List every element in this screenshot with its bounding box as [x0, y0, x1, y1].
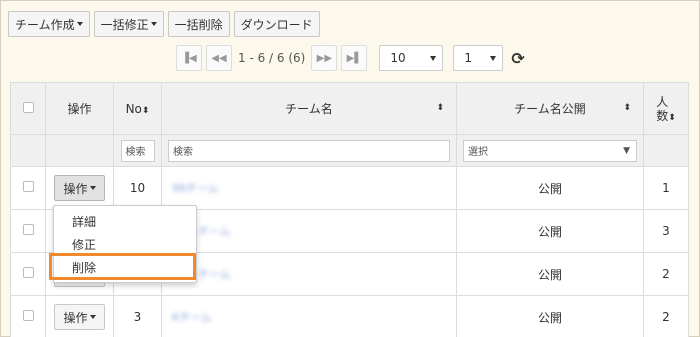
row-members: 2	[643, 295, 689, 337]
select-all-checkbox[interactable]	[22, 101, 34, 113]
delete-highlight-box	[49, 253, 196, 280]
public-filter-select[interactable]: 選択 ▼	[463, 139, 637, 162]
row-checkbox[interactable]	[22, 310, 34, 321]
row-public: 公開	[456, 209, 644, 253]
caret-down-icon	[150, 22, 157, 26]
row-members: 1	[643, 166, 689, 210]
operation-button[interactable]: 操作	[54, 175, 105, 201]
table-row: 操作 10 99チーム 公開 1	[10, 166, 689, 210]
name-filter-input[interactable]: 検索	[168, 139, 450, 162]
team-create-button[interactable]: チーム作成	[8, 11, 90, 37]
bulk-edit-button[interactable]: 一括修正	[93, 11, 164, 37]
row-public: 公開	[456, 252, 644, 296]
caret-down-icon	[76, 22, 83, 26]
first-page-icon[interactable]: ▐◀	[176, 45, 202, 71]
bulk-delete-button[interactable]: 一括削除	[167, 11, 230, 37]
caret-down-icon: ▼	[623, 145, 630, 156]
header-operation: 操作	[45, 82, 114, 135]
sort-icon: ⬍	[436, 103, 444, 113]
header-select-all	[10, 82, 46, 135]
row-members: 2	[643, 252, 689, 296]
row-public: 公開	[456, 295, 644, 337]
caret-down-icon	[490, 55, 497, 61]
row-team-name[interactable]: Kチーム	[161, 295, 457, 337]
table-row: 操作 3 Kチーム 公開 2	[10, 295, 689, 337]
row-no: 3	[113, 295, 162, 337]
pager: ▐◀ ◀◀ 1 - 6 / 6 (6) ▶▶ ▶▌ 10 1 ⟳	[176, 45, 525, 71]
header-no[interactable]: No⬍	[113, 82, 162, 135]
per-page-select[interactable]: 10	[379, 45, 444, 71]
next-page-icon[interactable]: ▶▶	[311, 45, 338, 71]
row-checkbox[interactable]	[22, 267, 34, 278]
prev-page-icon[interactable]: ◀◀	[206, 45, 232, 71]
page-info: 1 - 6 / 6 (6)	[238, 51, 306, 65]
toolbar: チーム作成 一括修正 一括削除 ダウンロード	[8, 11, 324, 37]
operation-button[interactable]: 操作	[54, 304, 105, 330]
last-page-icon[interactable]: ▶▌	[341, 45, 368, 71]
filter-row: 検索 検索 選択 ▼	[10, 134, 689, 167]
refresh-icon[interactable]: ⟳	[511, 49, 524, 68]
row-public: 公開	[456, 166, 644, 210]
caret-down-icon	[430, 55, 437, 61]
sort-icon: ⬍	[141, 105, 150, 116]
no-filter-input[interactable]: 検索	[120, 139, 155, 162]
page-select[interactable]: 1	[453, 45, 504, 71]
sort-icon: ⬍	[623, 103, 631, 113]
row-team-name[interactable]: チーム	[161, 252, 457, 296]
header-team-name[interactable]: チーム名 ⬍	[161, 82, 457, 135]
menu-item-edit[interactable]: 修正	[72, 236, 96, 253]
header-team-public[interactable]: チーム名公開 ⬍	[456, 82, 644, 135]
row-checkbox[interactable]	[22, 181, 34, 192]
header-members[interactable]: 人数⬍	[643, 82, 689, 135]
caret-down-icon	[89, 315, 96, 319]
sort-icon: ⬍	[668, 112, 676, 123]
row-members: 3	[643, 209, 689, 253]
row-team-name[interactable]: 99チーム	[161, 166, 457, 210]
row-checkbox[interactable]	[22, 224, 34, 235]
download-button[interactable]: ダウンロード	[233, 11, 320, 37]
row-no: 10	[113, 166, 162, 210]
caret-down-icon	[89, 186, 96, 190]
row-team-name[interactable]: チーム	[161, 209, 457, 253]
menu-item-detail[interactable]: 詳細	[72, 213, 96, 230]
